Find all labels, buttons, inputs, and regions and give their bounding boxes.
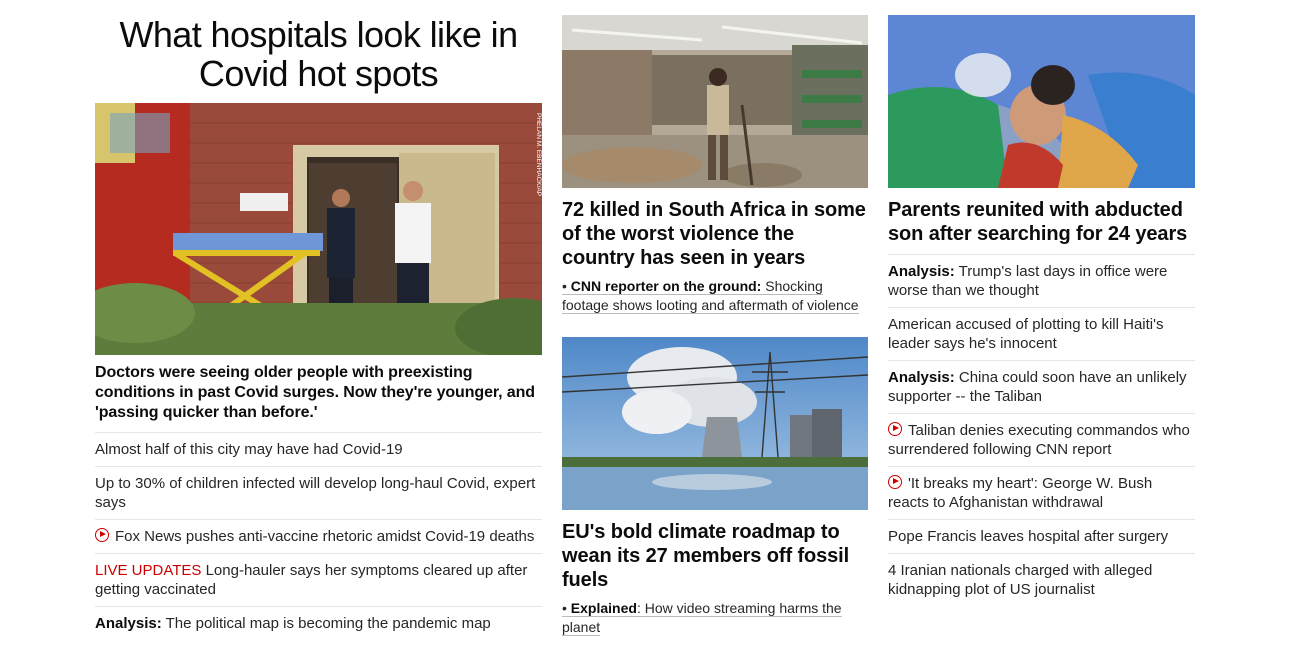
left-headline-list: Almost half of this city may have had Co… — [95, 432, 542, 640]
subline-link[interactable]: • CNN reporter on the ground: Shocking f… — [562, 278, 859, 314]
list-item[interactable]: Almost half of this city may have had Co… — [95, 433, 542, 467]
live-updates-label: LIVE UPDATES — [95, 562, 202, 579]
list-item-text: Fox News pushes anti-vaccine rhetoric am… — [115, 528, 535, 545]
lead-caption[interactable]: Doctors were seeing older people with pr… — [95, 363, 542, 423]
list-item[interactable]: American accused of plotting to kill Hai… — [888, 308, 1195, 361]
bullet: • — [562, 278, 571, 294]
card-subline[interactable]: • CNN reporter on the ground: Shocking f… — [562, 277, 868, 315]
list-item-text: Taliban denies executing commandos who s… — [888, 422, 1190, 458]
list-item-text: American accused of plotting to kill Hai… — [888, 316, 1164, 352]
hospital-photo[interactable]: PHELAN M. EBENHACK/AP — [95, 103, 542, 355]
subline-link[interactable]: • Explained: How video streaming harms t… — [562, 600, 842, 636]
right-column: Parents reunited with abducted son after… — [888, 0, 1195, 606]
card-title[interactable]: EU's bold climate roadmap to wean its 27… — [562, 520, 868, 592]
card-title[interactable]: 72 killed in South Africa in some of the… — [562, 198, 868, 270]
bullet: • — [562, 600, 571, 616]
list-item-text: 'It breaks my heart': George W. Bush rea… — [888, 475, 1153, 511]
list-item[interactable]: Fox News pushes anti-vaccine rhetoric am… — [95, 520, 542, 554]
list-item[interactable]: Taliban denies executing commandos who s… — [888, 414, 1195, 467]
looting-photo[interactable] — [562, 15, 868, 188]
play-video-icon — [95, 528, 109, 542]
list-item-text: Up to 30% of children infected will deve… — [95, 475, 536, 511]
reunion-photo[interactable] — [888, 15, 1195, 188]
list-item[interactable]: LIVE UPDATES Long-hauler says her sympto… — [95, 554, 542, 607]
list-item[interactable]: Analysis: The political map is becoming … — [95, 607, 542, 640]
analysis-kicker: Analysis: — [888, 369, 955, 386]
list-item[interactable]: Pope Francis leaves hospital after surge… — [888, 520, 1195, 554]
section-title[interactable]: What hospitals look like in Covid hot sp… — [95, 15, 542, 103]
play-video-icon — [888, 422, 902, 436]
list-item[interactable]: Analysis: China could soon have an unlik… — [888, 361, 1195, 414]
list-item-text: The political map is becoming the pandem… — [161, 615, 491, 632]
subline-kicker: Explained — [570, 600, 637, 616]
card-subline[interactable]: • Explained: How video streaming harms t… — [562, 599, 868, 637]
list-item[interactable]: 'It breaks my heart': George W. Bush rea… — [888, 467, 1195, 520]
analysis-kicker: Analysis: — [95, 615, 162, 632]
middle-column: 72 killed in South Africa in some of the… — [562, 0, 868, 637]
list-item[interactable]: Analysis: Trump's last days in office we… — [888, 255, 1195, 308]
list-item-text: Almost half of this city may have had Co… — [95, 441, 403, 458]
power-plant-photo[interactable] — [562, 337, 868, 510]
svg-text:PHELAN M. EBENHACK/AP: PHELAN M. EBENHACK/AP — [535, 113, 542, 196]
list-item-text: 4 Iranian nationals charged with alleged… — [888, 562, 1153, 598]
subline-kicker: CNN reporter on the ground: — [570, 278, 762, 294]
left-column: What hospitals look like in Covid hot sp… — [95, 0, 542, 640]
analysis-kicker: Analysis: — [888, 263, 955, 280]
list-item[interactable]: Up to 30% of children infected will deve… — [95, 467, 542, 520]
list-item[interactable]: 4 Iranian nationals charged with alleged… — [888, 554, 1195, 606]
list-item-text: Pope Francis leaves hospital after surge… — [888, 528, 1169, 545]
right-headline-list: Analysis: Trump's last days in office we… — [888, 254, 1195, 606]
play-video-icon — [888, 475, 902, 489]
card-title[interactable]: Parents reunited with abducted son after… — [888, 198, 1195, 246]
